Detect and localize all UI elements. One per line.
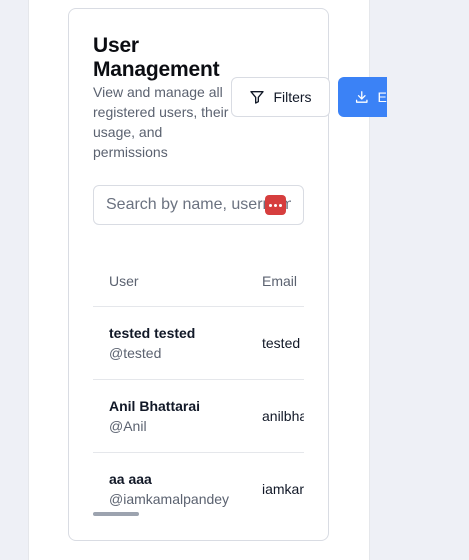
user-email: iamkar: [262, 481, 304, 497]
header-divider: [93, 306, 304, 307]
row-divider: [93, 452, 304, 453]
download-icon: [355, 91, 368, 103]
filter-icon: [250, 91, 265, 104]
page-title: User Management: [93, 34, 220, 81]
user-name: tested tested: [109, 325, 196, 341]
export-button[interactable]: Export: [338, 77, 418, 117]
horizontal-scrollbar[interactable]: [93, 512, 139, 516]
export-label: Export: [377, 89, 418, 105]
users-table: User Email tested tested @tested tested …: [93, 252, 304, 522]
filters-label: Filters: [273, 89, 312, 105]
user-handle: @iamkamalpandey: [109, 491, 230, 507]
user-handle: @Anil: [109, 418, 147, 434]
user-name: Anil Bhattarai: [109, 398, 201, 414]
page-description: View and manage all registered users, th…: [93, 84, 229, 160]
row-divider: [93, 379, 304, 380]
user-name: aa aaa: [109, 471, 152, 487]
column-header-email[interactable]: Email: [262, 273, 297, 289]
user-email: anilbha: [262, 408, 304, 424]
filters-button[interactable]: Filters: [231, 77, 330, 117]
column-header-user[interactable]: User: [109, 273, 139, 289]
more-icon[interactable]: [265, 195, 286, 215]
user-handle: @tested: [109, 345, 162, 361]
user-email: tested: [262, 335, 301, 351]
